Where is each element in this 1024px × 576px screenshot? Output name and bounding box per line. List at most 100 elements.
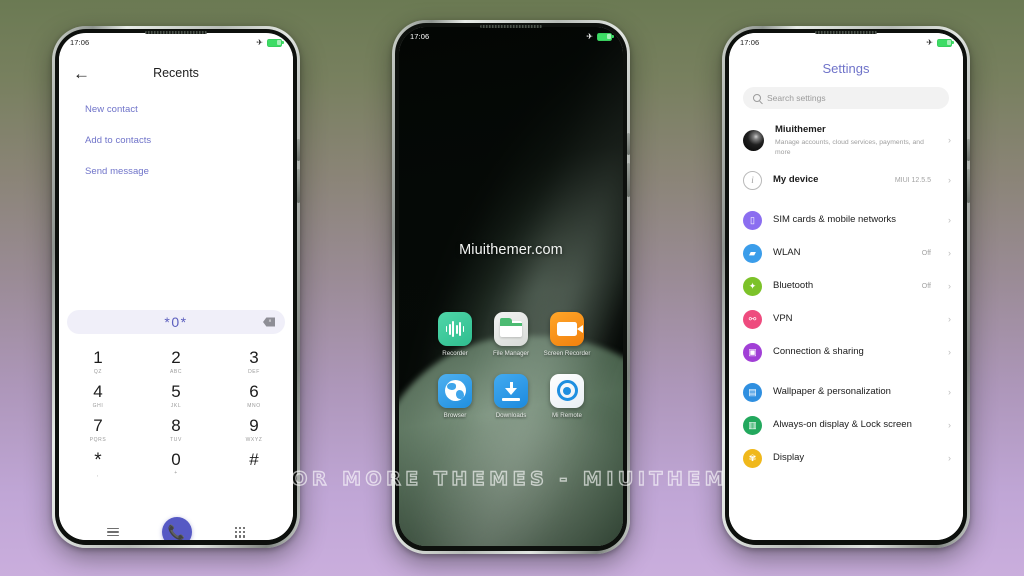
- battery-icon: [597, 32, 614, 41]
- key-digit: #: [249, 449, 259, 469]
- app-grid: Recorder File Manager Screen Recorder Br…: [399, 312, 623, 420]
- app-recorder[interactable]: Recorder: [427, 312, 483, 358]
- key-0[interactable]: 0 +: [137, 447, 215, 481]
- settings-row[interactable]: ▤ Wallpaper & personalization ›: [729, 376, 963, 409]
- key-letters: QZ: [93, 368, 103, 375]
- page-title: Settings: [822, 61, 870, 76]
- dial-input-field[interactable]: *0* ×: [67, 310, 285, 334]
- settings-row[interactable]: ✦ Bluetooth Off ›: [729, 270, 963, 303]
- key-1[interactable]: 1 QZ: [59, 345, 137, 377]
- key-digit: 7: [93, 415, 103, 435]
- key-letters: WXYZ: [245, 436, 263, 443]
- key-star[interactable]: * ,: [59, 447, 137, 481]
- key-9[interactable]: 9 WXYZ: [215, 413, 293, 445]
- app-label: File Manager: [492, 350, 530, 357]
- settings-app: Settings Search settings Miuithemer Manag…: [729, 33, 963, 540]
- file-manager-icon: [494, 312, 528, 346]
- mi-remote-icon: [550, 373, 584, 408]
- key-digit: 6: [249, 381, 259, 401]
- lock-screen-icon: ▥: [743, 415, 762, 435]
- settings-row[interactable]: ✾ Display ›: [729, 442, 963, 475]
- chevron-right-icon: ›: [948, 174, 951, 185]
- app-file-manager[interactable]: File Manager: [483, 312, 539, 358]
- app-screen-recorder[interactable]: Screen Recorder: [539, 312, 595, 358]
- key-digit: 2: [171, 348, 181, 367]
- settings-row-label: Miuithemer: [775, 124, 826, 135]
- phone-bezel: 17:06 ✈ Settings Search settings Miuithe…: [725, 29, 970, 545]
- settings-row-texts: Miuithemer Manage accounts, cloud service…: [775, 124, 937, 157]
- send-message-action[interactable]: Send message: [85, 166, 267, 177]
- downloads-icon: [494, 373, 528, 408]
- sim-card-icon: ▯: [743, 210, 762, 230]
- backspace-icon[interactable]: ×: [263, 317, 275, 327]
- power-button[interactable]: [297, 169, 300, 203]
- phone-call-icon[interactable]: 📞: [161, 517, 192, 540]
- app-browser[interactable]: Browser: [427, 373, 483, 420]
- volume-button[interactable]: [297, 139, 300, 161]
- settings-group-divider: [729, 197, 963, 204]
- app-downloads[interactable]: Downloads: [483, 373, 539, 420]
- device-info-icon: i: [743, 170, 762, 190]
- chevron-right-icon: ›: [948, 346, 951, 357]
- power-button[interactable]: [967, 169, 970, 203]
- new-contact-action[interactable]: New contact: [85, 104, 267, 115]
- dialer-screen: 17:06 ✈ ← Recents New contact Add to con…: [59, 33, 293, 540]
- back-arrow-icon[interactable]: ←: [73, 65, 95, 82]
- add-to-contacts-action[interactable]: Add to contacts: [85, 135, 267, 146]
- wallpaper-icon: ▤: [743, 382, 762, 402]
- settings-row[interactable]: ▰ WLAN Off ›: [729, 237, 963, 270]
- settings-row-texts: My device: [773, 174, 884, 186]
- volume-button[interactable]: [627, 133, 630, 155]
- app-mi-remote[interactable]: Mi Remote: [539, 373, 595, 420]
- dial-input-wrapper: *0* ×: [67, 310, 285, 334]
- volume-button[interactable]: [967, 139, 970, 161]
- key-digit: 3: [249, 348, 259, 367]
- search-input[interactable]: Search settings: [743, 87, 949, 109]
- earpiece-speaker-icon: [480, 25, 542, 28]
- settings-row-label: Always-on display & Lock screen: [773, 419, 912, 431]
- key-letters: JKL: [170, 402, 182, 409]
- settings-row[interactable]: ▥ Always-on display & Lock screen ›: [729, 409, 963, 442]
- key-8[interactable]: 8 TUV: [137, 413, 215, 445]
- chevron-right-icon: ›: [948, 313, 951, 324]
- settings-row[interactable]: ▯ SIM cards & mobile networks ›: [729, 204, 963, 237]
- key-5[interactable]: 5 JKL: [137, 379, 215, 411]
- settings-row[interactable]: ⚯ VPN ›: [729, 303, 963, 336]
- settings-row-label: Connection & sharing: [773, 346, 864, 358]
- earpiece-speaker-icon: [815, 31, 877, 34]
- settings-row-label: WLAN: [773, 247, 801, 259]
- hamburger-menu-icon[interactable]: [106, 525, 119, 538]
- settings-list: Miuithemer Manage accounts, cloud service…: [729, 117, 963, 475]
- settings-row-subtitle: Manage accounts, cloud services, payment…: [775, 139, 924, 156]
- status-bar: 17:06 ✈: [729, 33, 963, 52]
- settings-row-texts: WLAN: [773, 247, 911, 259]
- power-button[interactable]: [627, 163, 630, 197]
- airplane-icon: ✈: [926, 37, 933, 47]
- chevron-right-icon: ›: [948, 419, 951, 430]
- settings-row-label: VPN: [773, 313, 793, 325]
- key-6[interactable]: 6 MNO: [215, 379, 293, 411]
- settings-row-label: Wallpaper & personalization: [773, 386, 891, 398]
- keypad-icon[interactable]: [234, 526, 246, 538]
- app-label: Downloads: [495, 411, 527, 419]
- dialed-number: *0*: [164, 314, 188, 330]
- key-digit: 5: [171, 381, 181, 401]
- settings-row[interactable]: Miuithemer Manage accounts, cloud service…: [729, 117, 963, 164]
- phone-bezel: 17:06 ✈ ← Recents New contact Add to con…: [55, 29, 300, 545]
- settings-row-texts: Connection & sharing: [773, 346, 937, 358]
- key-2[interactable]: 2 ABC: [137, 345, 215, 377]
- settings-row[interactable]: i My device MIUI 12.5.5 ›: [729, 164, 963, 197]
- search-placeholder: Search settings: [767, 93, 826, 103]
- key-7[interactable]: 7 PQRS: [59, 413, 137, 445]
- home-wallpaper: 17:06 ✈ Miuithemer.com Recorder File Man…: [399, 27, 623, 546]
- key-4[interactable]: 4 GHI: [59, 379, 137, 411]
- battery-icon: [937, 38, 954, 47]
- status-time: 17:06: [410, 32, 430, 41]
- dial-keypad: 1 QZ 2 ABC 3 DEF 4 GHI 5 JKL 6 MNO 7 PQR…: [59, 345, 293, 480]
- settings-row[interactable]: ▣ Connection & sharing ›: [729, 336, 963, 369]
- key-letters: MNO: [247, 402, 261, 409]
- key-hash[interactable]: #: [215, 447, 293, 481]
- key-3[interactable]: 3 DEF: [215, 345, 293, 377]
- app-label: Screen Recorder: [543, 350, 591, 357]
- key-digit: 4: [93, 381, 103, 401]
